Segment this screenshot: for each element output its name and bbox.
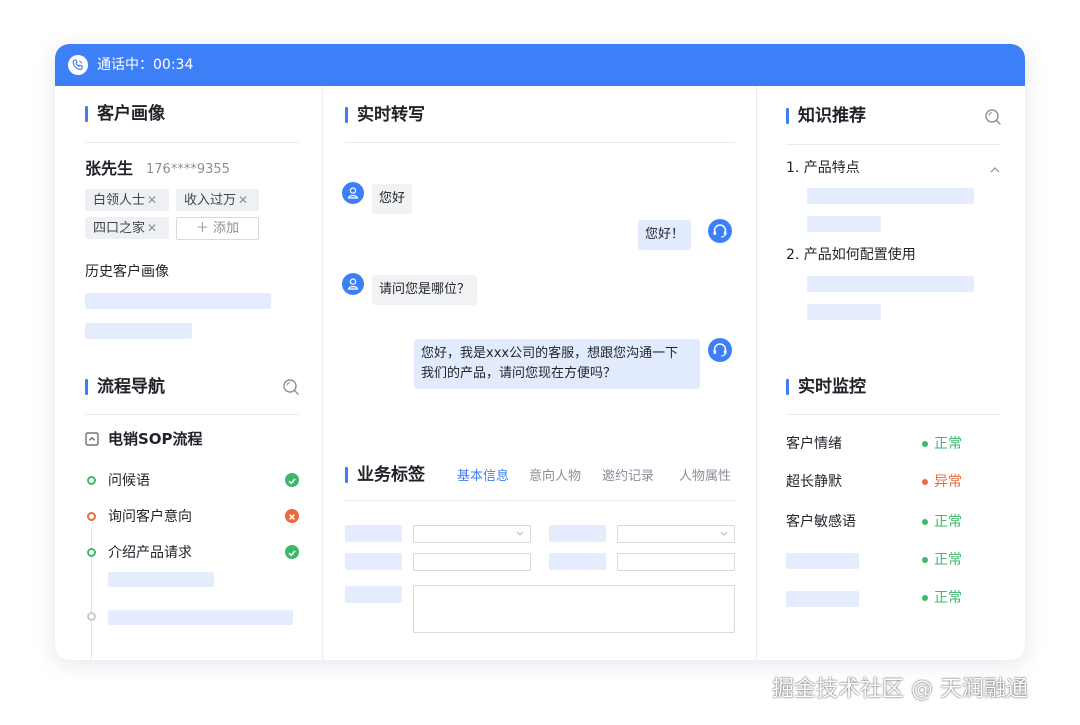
step-dot [87,476,96,485]
monitor-title: 实时监控 [786,376,866,398]
skeleton-line [807,276,974,292]
chevron-down-icon [516,531,524,536]
right-panel: 知识推荐 1. 产品特点 2. 产品如何配置使用 实时监控 客户情绪 正常 超长… [757,86,1025,660]
left-panel: 客户画像 张先生 176****9355 白领人士 ✕ 收入过万 ✕ 四口之家 ✕ ＋… [55,86,323,660]
select-field[interactable] [617,525,735,543]
history-profile-label[interactable]: 历史客户画像 [85,262,169,282]
search-icon[interactable] [984,108,1002,126]
tag-remove-icon[interactable]: ✕ [147,193,157,207]
flow-step-label[interactable]: 问候语 [108,471,150,491]
status-dot [922,595,928,601]
flow-nav-title: 流程导航 [85,376,165,398]
monitor-label: 超长静默 [786,474,842,490]
middle-panel: 实时转写 您好 您好！ 请问您是哪位？ 您好，我是xxx公司的客服，想跟您沟通一… [323,86,757,660]
chat-bubble-customer: 请问您是哪位？ [372,275,478,305]
divider [786,144,1000,145]
phone-call-icon [68,55,88,75]
flow-name: 电销SOP流程 [108,430,203,448]
status-dot [922,479,928,485]
customer-tag[interactable]: 收入过万 ✕ [176,189,259,211]
skeleton-line [108,610,293,625]
field-label-placeholder [549,553,606,570]
add-tag-button[interactable]: ＋ 添加 [176,217,259,240]
skeleton-line [807,188,974,204]
check-icon [285,473,299,487]
tab-person-attrs[interactable]: 人物属性 [679,468,731,486]
step-dot [87,512,96,521]
customer-phone: 176****9355 [146,162,230,177]
select-field[interactable] [413,525,531,543]
call-assistant-window: 通话中：00:34 客户画像 张先生 176****9355 白领人士 ✕ 收入过… [55,44,1025,660]
divider [85,142,299,143]
field-label-placeholder [345,553,402,570]
flow-step-label[interactable]: 介绍产品请求 [108,543,192,563]
customer-tag[interactable]: 白领人士 ✕ [85,189,169,211]
flow-step-label[interactable]: 询问客户意向 [108,507,192,527]
skeleton-line [807,304,881,320]
tab-invite-record[interactable]: 邀约记录 [602,468,654,486]
business-tags-title: 业务标签 [345,464,425,486]
user-icon [342,182,364,204]
monitor-status: 正常 [934,436,962,452]
chat-bubble-agent: 您好！ [638,220,692,250]
chat-bubble-customer: 您好 [372,184,413,214]
skeleton-line [85,293,271,309]
watermark: 掘金技术社区 @ 天润融通 [772,677,1028,702]
knowledge-item[interactable]: 2. 产品如何配置使用 [786,245,916,265]
customer-name: 张先生 [85,159,134,178]
skeleton-line [108,572,214,587]
monitor-status: 正常 [934,552,962,568]
collapse-square-icon[interactable] [85,432,99,446]
call-status: 通话中：00:34 [97,57,194,73]
field-label-placeholder [345,586,402,603]
textarea-field[interactable] [413,585,735,633]
tag-remove-icon[interactable]: ✕ [238,193,248,207]
search-icon[interactable] [282,378,300,396]
transcript-title: 实时转写 [345,104,425,126]
monitor-status: 异常 [934,474,962,490]
divider [345,142,735,143]
chat-bubble-agent: 您好，我是xxx公司的客服，想跟您沟通一下 我们的产品，请问您现在方便吗？ [414,339,700,389]
chevron-up-icon[interactable] [990,166,1000,173]
knowledge-title: 知识推荐 [786,105,866,127]
check-icon [285,545,299,559]
monitor-status: 正常 [934,590,962,606]
text-field[interactable] [617,553,735,571]
user-icon [342,273,364,295]
tag-remove-icon[interactable]: ✕ [147,221,157,235]
chevron-down-icon [720,531,728,536]
text-field[interactable] [413,553,531,571]
status-dot [922,557,928,563]
skeleton-line [807,216,881,232]
step-dot [87,612,96,621]
customer-profile-title: 客户画像 [85,103,165,125]
headset-icon [708,338,732,362]
headset-icon [708,219,732,243]
divider [786,414,1000,415]
monitor-label: 客户情绪 [786,436,842,452]
monitor-status: 正常 [934,514,962,530]
skeleton-line [786,553,859,569]
tab-basic-info[interactable]: 基本信息 [457,468,509,486]
status-dot [922,519,928,525]
tab-intent-person[interactable]: 意向人物 [529,468,581,486]
field-label-placeholder [345,525,402,542]
skeleton-line [786,591,859,607]
knowledge-item[interactable]: 1. 产品特点 [786,158,860,178]
monitor-label: 客户敏感语 [786,514,856,530]
divider [85,414,299,415]
customer-tag[interactable]: 四口之家 ✕ [85,217,169,239]
error-icon [285,509,299,523]
skeleton-line [85,323,192,339]
field-label-placeholder [549,525,606,542]
titlebar: 通话中：00:34 [55,44,1025,86]
status-dot [922,441,928,447]
divider [345,500,735,501]
step-dot [87,548,96,557]
